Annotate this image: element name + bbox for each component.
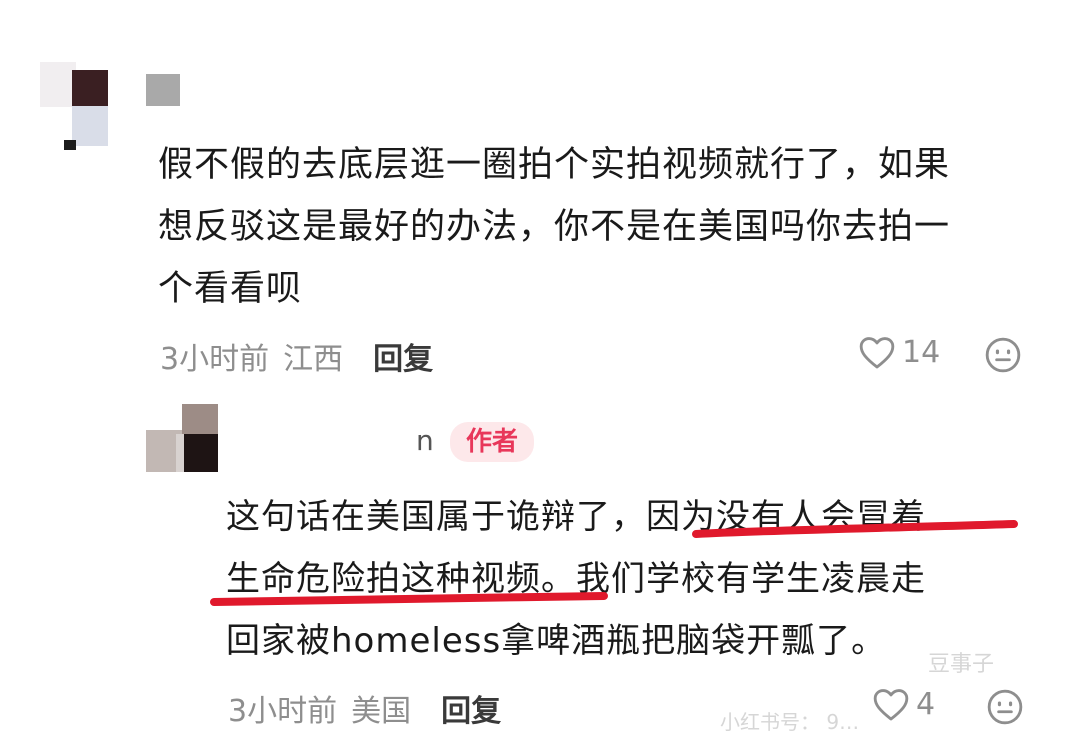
location: 江西 xyxy=(283,342,344,377)
username[interactable] xyxy=(146,74,180,106)
comment-segment: 这句话在美国属于诡辩了， xyxy=(226,497,646,537)
red-underline-2 xyxy=(210,592,608,606)
red-underline-1 xyxy=(692,520,1018,538)
username[interactable]: n xyxy=(416,424,434,457)
like-count: 4 xyxy=(916,686,936,722)
watermark: 豆事子 xyxy=(928,646,994,678)
comment-line: 个看看呗 xyxy=(158,269,303,309)
emoji-icon xyxy=(987,689,1023,725)
watermark-line: 小红书号： 9… xyxy=(720,710,860,734)
like-button[interactable]: 4 xyxy=(872,686,935,722)
watermark-line: 豆事子 xyxy=(928,652,995,677)
heart-icon xyxy=(859,337,895,369)
comment-text: 假不假的去底层逛一圈拍个实拍视频就行了，如果 想反驳这是最好的办法，你不是在美国… xyxy=(158,134,950,320)
timestamp: 3小时前 xyxy=(228,694,338,729)
avatar[interactable] xyxy=(146,404,218,472)
author-badge: 作者 xyxy=(450,422,535,462)
like-button[interactable]: 14 xyxy=(858,334,940,370)
comment-line: 假不假的去底层逛一圈拍个实拍视频就行了，如果 xyxy=(158,145,951,185)
location: 美国 xyxy=(351,694,412,729)
comment-line: 回家被homeless拿啤酒瓶把脑袋开瓢了。 xyxy=(226,621,887,661)
timestamp: 3小时前 xyxy=(160,342,270,377)
reply-button[interactable]: 回复 xyxy=(441,686,501,730)
heart-icon xyxy=(873,689,909,721)
emoji-icon xyxy=(985,337,1021,373)
comment-meta: 3小时前 美国 回复 xyxy=(228,686,501,730)
avatar[interactable] xyxy=(40,62,112,152)
emoji-reaction-button[interactable] xyxy=(984,336,1022,378)
comment-line: 想反驳这是最好的办法，你不是在美国吗你去拍一 xyxy=(158,207,951,247)
comment-segment: 我们学校有学生凌晨走 xyxy=(576,559,926,599)
reply-button[interactable]: 回复 xyxy=(373,334,433,378)
emoji-reaction-button[interactable] xyxy=(986,688,1024,730)
like-count: 14 xyxy=(902,334,941,370)
comment-meta: 3小时前 江西 回复 xyxy=(160,334,433,378)
